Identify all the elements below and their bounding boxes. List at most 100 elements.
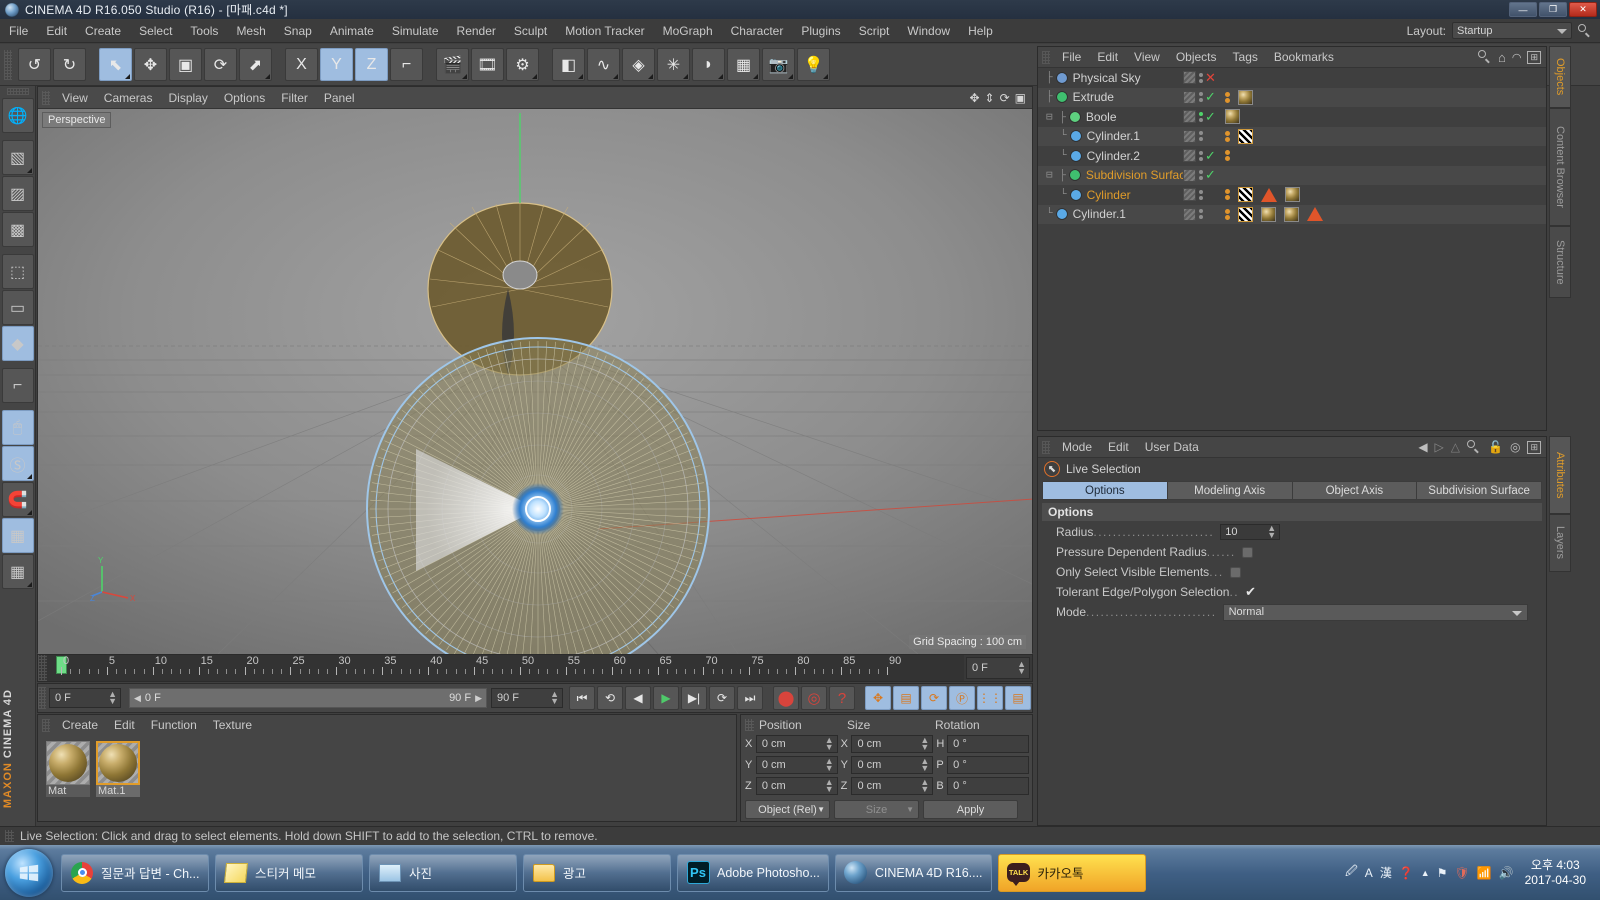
object-row[interactable]: └ Cylinder xyxy=(1038,185,1546,205)
model-mode-button[interactable]: ▧ xyxy=(1,140,34,175)
viewport-menu-display[interactable]: Display xyxy=(160,87,215,109)
menu-item-edit[interactable]: Edit xyxy=(37,19,76,43)
size-mode-select[interactable]: Size ▼ xyxy=(834,800,919,819)
material-manager-grip[interactable] xyxy=(42,718,50,732)
rotation-h-field[interactable]: 0 ° xyxy=(947,735,1029,753)
make-editable-button[interactable]: 🌐 xyxy=(1,98,34,133)
spinner-icon[interactable]: ▲ ▼ xyxy=(1017,660,1026,676)
material-tag-icon[interactable] xyxy=(1261,206,1276,222)
tolerant-edge-polygon-selection-checkbox[interactable]: ✔ xyxy=(1245,584,1256,600)
mode-select[interactable]: Normal xyxy=(1222,603,1528,621)
size-z-field[interactable]: 0 cm ▲ ▼ xyxy=(851,777,934,795)
vertical-tab-objects[interactable]: Objects xyxy=(1549,46,1571,108)
search-icon[interactable] xyxy=(1477,50,1492,64)
polygons-mode-button[interactable]: ◆ xyxy=(1,326,34,361)
pressure-dependent-radius-checkbox[interactable] xyxy=(1241,546,1253,558)
object-name-cell[interactable]: └ Cylinder.2 xyxy=(1038,149,1183,163)
enabled-check-icon[interactable]: ✓ xyxy=(1205,148,1217,164)
add-cube-button[interactable]: ◧ xyxy=(552,48,585,81)
menu-item-mesh[interactable]: Mesh xyxy=(227,19,274,43)
menu-item-character[interactable]: Character xyxy=(722,19,793,43)
object-menu-bookmarks[interactable]: Bookmarks xyxy=(1266,47,1342,68)
undo-button[interactable]: ↺ xyxy=(18,48,51,81)
rotate-button[interactable]: ⟳ xyxy=(204,48,237,81)
taskbar-item[interactable]: 사진 xyxy=(369,853,517,892)
object-name-cell[interactable]: └ Cylinder.1 xyxy=(1038,207,1183,221)
soft-selection-button[interactable]: Ⓢ xyxy=(1,446,34,481)
range-left-handle-icon[interactable]: ◀ xyxy=(134,693,141,704)
radius-field[interactable]: 10 ▲ ▼ xyxy=(1220,524,1281,540)
spinner-icon[interactable]: ▲ ▼ xyxy=(108,690,117,706)
left-palette-grip[interactable] xyxy=(6,88,29,95)
back-arrow-icon[interactable]: ◀ xyxy=(1418,440,1427,454)
disabled-x-icon[interactable]: ✕ xyxy=(1205,70,1217,86)
redo-button[interactable]: ↻ xyxy=(53,48,86,81)
menu-item-animate[interactable]: Animate xyxy=(321,19,383,43)
viewport-menu-options[interactable]: Options xyxy=(216,87,273,109)
render-visibility-dot[interactable] xyxy=(1198,78,1203,83)
spinner-icon[interactable]: ▲ ▼ xyxy=(550,690,559,706)
enabled-check-icon[interactable]: ✓ xyxy=(1205,89,1217,105)
viewport-menu-panel[interactable]: Panel xyxy=(316,87,363,109)
visibility-dots[interactable] xyxy=(1196,111,1205,122)
selection-tag-icon[interactable] xyxy=(1261,187,1277,202)
show-hidden-icons-icon[interactable]: ▲ xyxy=(1421,868,1430,878)
phong-tag-icon[interactable] xyxy=(1238,128,1253,144)
menu-item-motion-tracker[interactable]: Motion Tracker xyxy=(556,19,653,43)
point-tag-icon[interactable] xyxy=(1225,150,1230,162)
material-tag-icon[interactable] xyxy=(1285,187,1300,203)
render-visibility-dot[interactable] xyxy=(1198,176,1203,181)
visibility-toggle[interactable] xyxy=(1183,188,1196,202)
visibility-dots[interactable] xyxy=(1196,150,1205,161)
menu-item-create[interactable]: Create xyxy=(76,19,130,43)
material-menu-texture[interactable]: Texture xyxy=(205,715,260,735)
material-tag-icon[interactable] xyxy=(1225,109,1240,125)
layout-select[interactable]: Startup xyxy=(1452,22,1572,39)
lock-z-axis-button[interactable]: Z xyxy=(355,48,388,81)
object-row[interactable]: ├ Physical Sky ✕ xyxy=(1038,68,1546,88)
toolbar-grip[interactable] xyxy=(4,49,12,80)
go-to-previous-key-button[interactable]: ⟲ xyxy=(597,686,623,710)
record-active-objects-button[interactable]: ⬤ xyxy=(773,686,799,710)
timeline-ruler[interactable]: 0 5 10 15 20 25 30 35 40 45 50 55 60 65 70 75 80 85 90 xyxy=(47,655,964,681)
visibility-toggle[interactable] xyxy=(1183,71,1196,85)
taskbar-item[interactable]: TALK 카카오톡 xyxy=(997,853,1146,892)
vertical-tab-attributes[interactable]: Attributes xyxy=(1549,436,1571,514)
workplane-mode-button[interactable]: ▩ xyxy=(1,212,34,247)
go-to-previous-frame-button[interactable]: ◀ xyxy=(625,686,651,710)
pan-icon[interactable]: ✥ xyxy=(969,91,979,105)
object-row[interactable]: ⊟ ├ Subdivision Surface.1 ✓ xyxy=(1038,165,1546,185)
move-button[interactable]: ✥ xyxy=(134,48,167,81)
attribute-manager-grip[interactable] xyxy=(1042,440,1050,454)
material-thumbnail[interactable] xyxy=(46,741,90,785)
object-name-cell[interactable]: ⊟ ├ Subdivision Surface.1 xyxy=(1038,168,1183,182)
apply-button[interactable]: Apply xyxy=(923,800,1018,819)
visibility-toggle[interactable] xyxy=(1183,129,1196,143)
workplane-lock-button[interactable]: ▦ xyxy=(1,518,34,553)
search-icon[interactable] xyxy=(1467,440,1481,454)
taskbar-item[interactable]: CINEMA 4D R16.... xyxy=(834,853,992,892)
spinner-icon[interactable]: ▲ ▼ xyxy=(825,757,834,773)
attribute-tab-options[interactable]: Options xyxy=(1042,481,1167,500)
volume-icon[interactable]: 🔊 xyxy=(1499,866,1514,880)
visibility-dots[interactable] xyxy=(1196,72,1205,83)
coordinates-grip[interactable] xyxy=(745,718,754,731)
menu-item-snap[interactable]: Snap xyxy=(275,19,321,43)
editor-visibility-dot[interactable] xyxy=(1198,92,1203,97)
enable-axis-modification-button[interactable]: 🖱 xyxy=(1,410,34,445)
visibility-dots[interactable] xyxy=(1196,209,1205,220)
current-frame-field[interactable]: 0 F ▲ ▼ xyxy=(49,688,121,708)
security-icon[interactable]: 🛡 xyxy=(1454,866,1469,880)
object-row[interactable]: ├ Extrude ✓ xyxy=(1038,87,1546,107)
orbit-icon[interactable]: ⟳ xyxy=(1000,91,1010,105)
visibility-toggle[interactable] xyxy=(1183,168,1196,182)
taskbar-item[interactable]: 광고 xyxy=(523,853,671,892)
ime-help-icon[interactable]: ❓ xyxy=(1399,866,1414,880)
edit-render-settings-button[interactable]: ⚙ xyxy=(506,48,539,81)
add-camera-button[interactable]: 📷 xyxy=(762,48,795,81)
range-right-handle-icon[interactable]: ▶ xyxy=(475,693,482,704)
start-button[interactable] xyxy=(5,848,53,897)
enabled-check-icon[interactable]: ✓ xyxy=(1205,167,1217,183)
attribute-tab-subdivision-surface[interactable]: Subdivision Surface xyxy=(1416,481,1542,500)
coordinate-mode-select[interactable]: Object (Rel) ▼ xyxy=(745,800,830,819)
